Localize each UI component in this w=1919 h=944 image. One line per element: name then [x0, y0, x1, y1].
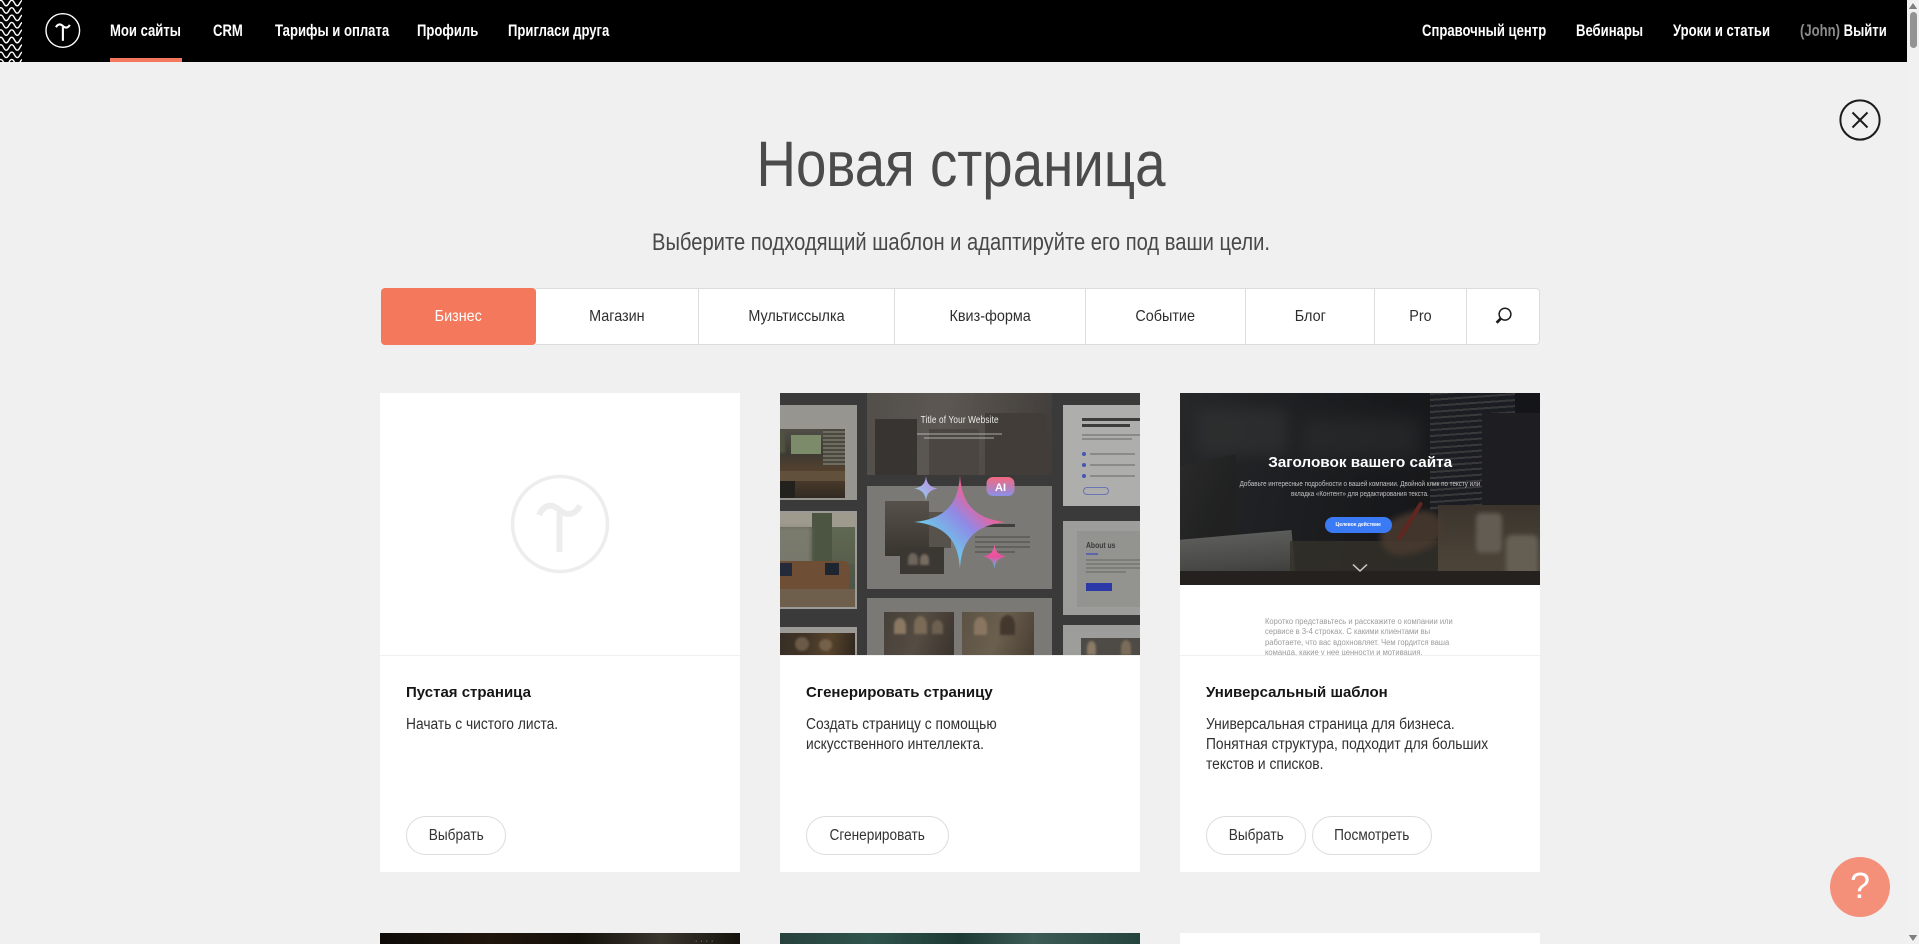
svg-text:AI: AI [995, 482, 1006, 494]
